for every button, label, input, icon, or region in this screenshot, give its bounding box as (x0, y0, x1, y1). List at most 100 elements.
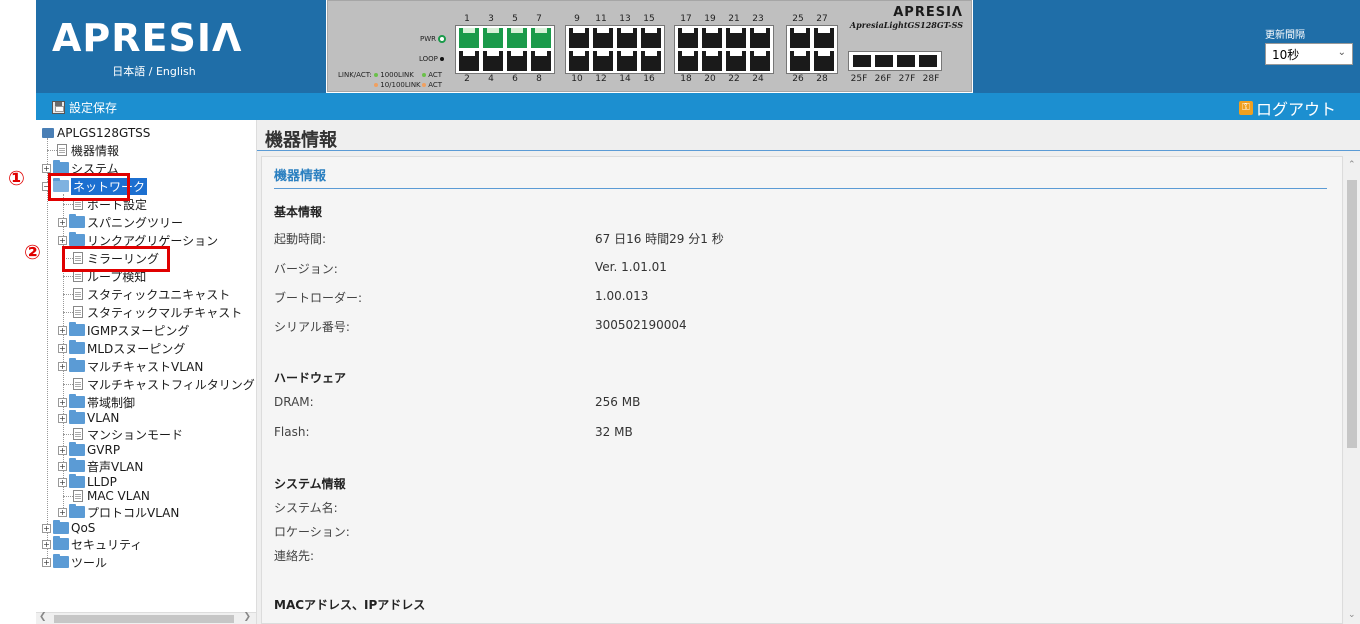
main-vertical-scrollbar[interactable]: ⌃ ⌄ (1344, 156, 1360, 624)
tree-item-static-multicast[interactable]: スタティックマルチキャスト (73, 303, 242, 321)
port-25[interactable] (790, 28, 810, 48)
scroll-right-icon[interactable]: ❯ (243, 612, 251, 622)
lang-japanese-link[interactable]: 日本語 (112, 65, 145, 78)
tree-item-igmp-snooping[interactable]: + IGMPスヌーピング (58, 321, 189, 339)
port-num-label: 27 (816, 14, 828, 24)
tree-item-label: IGMPスヌーピング (87, 323, 190, 338)
scrollbar-thumb[interactable] (54, 615, 234, 623)
loop-led-icon (440, 57, 445, 61)
expand-icon[interactable]: + (58, 413, 67, 423)
chevron-down-icon: ⌄ (1337, 47, 1346, 58)
port-13[interactable] (617, 28, 637, 48)
document-icon (73, 306, 83, 318)
port-26[interactable] (790, 51, 810, 71)
save-config-button[interactable]: 設定保存 (52, 99, 117, 116)
sfp-port-26f[interactable] (875, 55, 893, 67)
port-22[interactable] (726, 51, 746, 71)
port-24[interactable] (750, 51, 770, 71)
port-15[interactable] (641, 28, 661, 48)
system-name-label: システム名: (274, 501, 338, 515)
logout-button[interactable]: ⚿ ログアウト (1238, 96, 1336, 120)
port-2[interactable] (459, 51, 479, 71)
tree-item-label: VLAN (87, 411, 120, 425)
sfp-port-27f[interactable] (897, 55, 915, 67)
port-8[interactable] (531, 51, 551, 71)
port-16[interactable] (641, 51, 661, 71)
expand-icon[interactable]: + (58, 343, 67, 353)
port-num-label: 25 (792, 14, 804, 24)
tree-item-device-info[interactable]: 機器情報 (57, 141, 119, 159)
tree-item-label: プロトコルVLAN (87, 505, 180, 520)
port-14[interactable] (617, 51, 637, 71)
port-3[interactable] (483, 28, 503, 48)
tree-horizontal-scrollbar[interactable]: ❮ ❯ (36, 612, 256, 624)
expand-icon[interactable]: + (58, 235, 67, 245)
port-11[interactable] (593, 28, 613, 48)
port-num-label: 21 (728, 14, 740, 24)
tree-connector (63, 434, 73, 435)
port-12[interactable] (593, 51, 613, 71)
port-28[interactable] (814, 51, 834, 71)
scroll-down-icon[interactable]: ⌄ (1348, 610, 1356, 620)
legend-10100link: 10/100LINK (374, 81, 421, 89)
sfp-port-group (848, 51, 942, 71)
port-20[interactable] (702, 51, 722, 71)
refresh-interval-select[interactable]: 10秒 ⌄ (1265, 43, 1353, 65)
port-4[interactable] (483, 51, 503, 71)
port-num-label: 28 (816, 74, 828, 84)
document-icon (57, 144, 67, 156)
tree-item-tools[interactable]: + ツール (42, 553, 107, 571)
annotation-box-network (48, 173, 130, 201)
expand-icon[interactable]: + (58, 361, 67, 371)
device-info-panel: 機器情報 基本情報 起動時間: 67 日16 時間29 分1 秒 バージョン: … (261, 156, 1343, 624)
expand-icon[interactable]: + (58, 397, 67, 407)
tree-item-mld-snooping[interactable]: + MLDスヌーピング (58, 339, 185, 357)
port-5[interactable] (507, 28, 527, 48)
tree-item-static-unicast[interactable]: スタティックユニキャスト (73, 285, 230, 303)
tree-item-security[interactable]: + セキュリティ (42, 535, 142, 553)
port-19[interactable] (702, 28, 722, 48)
section-heading-hardware: ハードウェア (274, 371, 347, 385)
port-9[interactable] (569, 28, 589, 48)
folder-icon (69, 442, 85, 456)
folder-icon (69, 214, 85, 228)
expand-icon[interactable]: + (58, 217, 67, 227)
expand-icon[interactable]: + (58, 461, 67, 471)
port-7[interactable] (531, 28, 551, 48)
tree-item-label: GVRP (87, 443, 121, 457)
port-18[interactable] (678, 51, 698, 71)
port-27[interactable] (814, 28, 834, 48)
sfp-port-25f[interactable] (853, 55, 871, 67)
port-num-label: 20 (704, 74, 716, 84)
scrollbar-thumb[interactable] (1347, 180, 1357, 448)
port-num-label: 2 (464, 74, 470, 84)
pwr-indicator: PWR (420, 35, 447, 43)
scroll-left-icon[interactable]: ❮ (39, 612, 47, 622)
port-21[interactable] (726, 28, 746, 48)
tree-item-multicast-vlan[interactable]: + マルチキャストVLAN (58, 357, 203, 375)
expand-icon[interactable]: + (58, 445, 67, 455)
lang-english-link[interactable]: English (156, 65, 196, 78)
port-6[interactable] (507, 51, 527, 71)
port-17[interactable] (678, 28, 698, 48)
port-10[interactable] (569, 51, 589, 71)
expand-icon[interactable]: + (42, 523, 51, 533)
expand-icon[interactable]: + (58, 477, 67, 487)
tree-item-multicast-filtering[interactable]: マルチキャストフィルタリング (73, 375, 255, 393)
serial-value: 300502190004 (595, 318, 687, 332)
scroll-up-icon[interactable]: ⌃ (1348, 160, 1356, 170)
expand-icon[interactable]: + (58, 507, 67, 517)
tree-root[interactable]: APLGS128GTSS (42, 124, 150, 142)
tree-item-spanning-tree[interactable]: + スパニングツリー (58, 213, 183, 231)
port-23[interactable] (750, 28, 770, 48)
sfp-port-28f[interactable] (919, 55, 937, 67)
tree-item-label: スパニングツリー (87, 215, 184, 230)
expand-icon[interactable]: + (58, 325, 67, 335)
refresh-area: 更新間隔 10秒 ⌄ (973, 0, 1360, 93)
port-1[interactable] (459, 28, 479, 48)
expand-icon[interactable]: + (42, 163, 51, 173)
port-group-1-8 (455, 25, 555, 74)
expand-icon[interactable]: + (42, 539, 51, 549)
tree-item-label: マルチキャストVLAN (87, 359, 204, 374)
expand-icon[interactable]: + (42, 557, 51, 567)
